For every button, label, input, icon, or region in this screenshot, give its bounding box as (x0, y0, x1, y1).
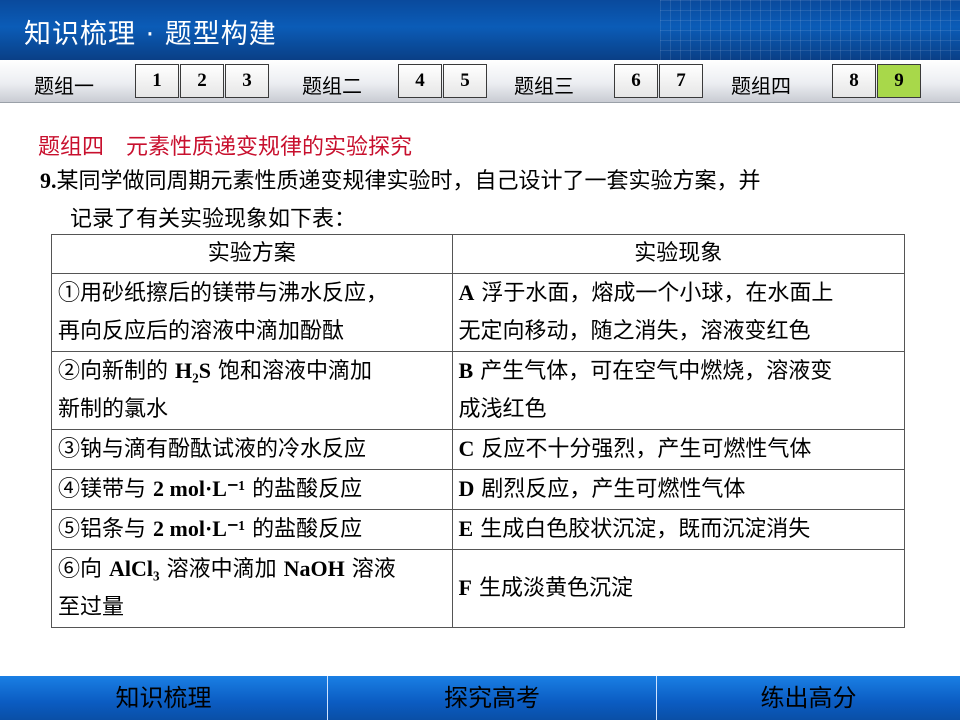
table-header-row: 实验方案 实验现象 (51, 234, 906, 274)
observation-key: A (458, 280, 475, 305)
plan-text: 至过量 (58, 595, 125, 620)
observation-cell: E 生成白色胶状沉淀，既而沉淀消失 (451, 509, 906, 550)
header-bar: 知识梳理 · 题型构建 (0, 0, 960, 60)
plan-text: ①用砂纸擦后的镁带与沸水反应， (58, 280, 389, 306)
nav-group-2-label[interactable]: 题组二 (302, 70, 362, 99)
observation-key: E (458, 516, 474, 541)
plan-text: 溶液 (344, 557, 396, 582)
plan-text: 新制的氯水 (58, 397, 169, 422)
plan-text: ⑥向 (58, 557, 109, 582)
question-5-button[interactable]: 5 (443, 64, 487, 98)
chem-concentration: 2 mol·L⁻¹ (153, 516, 246, 541)
header-observation: 实验现象 (451, 234, 906, 274)
nav-group-4-label[interactable]: 题组四 (731, 70, 791, 99)
observation-text: 生成白色胶状沉淀，既而沉淀消失 (473, 517, 811, 542)
question-6-button[interactable]: 6 (614, 64, 658, 98)
question-group-nav: 题组一 1 2 3 题组二 4 5 题组三 6 7 题组四 8 9 (0, 60, 960, 103)
question-4-button[interactable]: 4 (398, 64, 442, 98)
observation-text: 成浅红色 (458, 397, 547, 422)
observation-cell: A 浮于水面，熔成一个小球，在水面上 无定向移动，随之消失，溶液变红色 (451, 273, 906, 352)
plan-cell: ⑤铝条与 2 mol·L⁻¹ 的盐酸反应 (51, 509, 453, 550)
observation-cell: F 生成淡黄色沉淀 (451, 549, 906, 628)
plan-text: ④镁带与 (58, 477, 153, 502)
plan-cell: ①用砂纸擦后的镁带与沸水反应， 再向反应后的溶液中滴加酚酞 (51, 273, 453, 352)
nav-group-1-label[interactable]: 题组一 (34, 70, 94, 99)
chem-formula: H₂S (175, 358, 211, 383)
header-grid-decoration (660, 0, 960, 60)
observation-cell: C 反应不十分强烈，产生可燃性气体 (451, 429, 906, 470)
problem-number: 9. (40, 168, 57, 193)
question-3-button[interactable]: 3 (225, 64, 269, 98)
footer-practice-button[interactable]: 练出高分 (657, 676, 960, 720)
section-title: 题组四 元素性质递变规律的实验探究 (38, 135, 413, 160)
plan-cell: ③钠与滴有酚酞试液的冷水反应 (51, 429, 453, 470)
chem-formula: AlCl₃ (109, 556, 160, 581)
plan-text: 再向反应后的溶液中滴加酚酞 (58, 318, 345, 344)
problem-text-line1: 某同学做同周期元素性质递变规律实验时，自己设计了一套实验方案，并 (56, 169, 761, 194)
plan-cell: ④镁带与 2 mol·L⁻¹ 的盐酸反应 (51, 469, 453, 510)
plan-text: ②向新制的 (58, 359, 175, 384)
table-row: ③钠与滴有酚酞试液的冷水反应 C 反应不十分强烈，产生可燃性气体 (51, 429, 906, 470)
observation-cell: B 产生气体，可在空气中燃烧，溶液变 成浅红色 (451, 351, 906, 430)
plan-text: 的盐酸反应 (245, 517, 363, 542)
table-row: ⑤铝条与 2 mol·L⁻¹ 的盐酸反应 E 生成白色胶状沉淀，既而沉淀消失 (51, 509, 906, 550)
question-9-button-active[interactable]: 9 (877, 64, 921, 98)
plan-text: 的盐酸反应 (245, 477, 363, 502)
observation-text: 无定向移动，随之消失，溶液变红色 (458, 319, 811, 344)
header-plan: 实验方案 (51, 234, 453, 274)
nav-group-3-label[interactable]: 题组三 (514, 70, 574, 99)
observation-key: D (458, 476, 475, 501)
footer-explore-button[interactable]: 探究高考 (328, 676, 656, 720)
observation-text: 产生气体，可在空气中燃烧，溶液变 (473, 359, 833, 384)
observation-text: 生成淡黄色沉淀 (472, 576, 633, 601)
problem-statement: 9.某同学做同周期元素性质递变规律实验时，自己设计了一套实验方案，并 记录了有关… (40, 162, 930, 239)
slide-header-title: 知识梳理 · 题型构建 (24, 19, 277, 50)
table-row: ⑥向 AlCl₃ 溶液中滴加 NaOH 溶液 至过量 F 生成淡黄色沉淀 (51, 549, 906, 628)
observation-key: B (458, 358, 474, 383)
observation-key: C (458, 436, 475, 461)
footer-nav: 知识梳理 探究高考 练出高分 (0, 676, 960, 720)
observation-key: F (458, 575, 472, 600)
plan-text: ⑤铝条与 (58, 517, 153, 542)
footer-knowledge-button[interactable]: 知识梳理 (0, 676, 327, 720)
observation-cell: D 剧烈反应，产生可燃性气体 (451, 469, 906, 510)
question-7-button[interactable]: 7 (659, 64, 703, 98)
chem-formula: NaOH (283, 556, 345, 581)
plan-cell: ②向新制的 H₂S 饱和溶液中滴加 新制的氯水 (51, 351, 453, 430)
plan-cell: ⑥向 AlCl₃ 溶液中滴加 NaOH 溶液 至过量 (51, 549, 453, 628)
experiment-table: 实验方案 实验现象 ①用砂纸擦后的镁带与沸水反应， 再向反应后的溶液中滴加酚酞 … (51, 234, 906, 628)
observation-text: 反应不十分强烈，产生可燃性气体 (474, 437, 812, 462)
question-1-button[interactable]: 1 (135, 64, 179, 98)
observation-text: 剧烈反应，产生可燃性气体 (474, 477, 746, 502)
plan-text: 饱和溶液中滴加 (210, 359, 372, 384)
question-2-button[interactable]: 2 (180, 64, 224, 98)
chem-concentration: 2 mol·L⁻¹ (153, 476, 246, 501)
table-row: ④镁带与 2 mol·L⁻¹ 的盐酸反应 D 剧烈反应，产生可燃性气体 (51, 469, 906, 510)
table-row: ②向新制的 H₂S 饱和溶液中滴加 新制的氯水 B 产生气体，可在空气中燃烧，溶… (51, 351, 906, 430)
plan-text: 溶液中滴加 (159, 557, 284, 582)
table-row: ①用砂纸擦后的镁带与沸水反应， 再向反应后的溶液中滴加酚酞 A 浮于水面，熔成一… (51, 273, 906, 352)
question-8-button[interactable]: 8 (832, 64, 876, 98)
observation-text: 浮于水面，熔成一个小球，在水面上 (474, 281, 834, 306)
